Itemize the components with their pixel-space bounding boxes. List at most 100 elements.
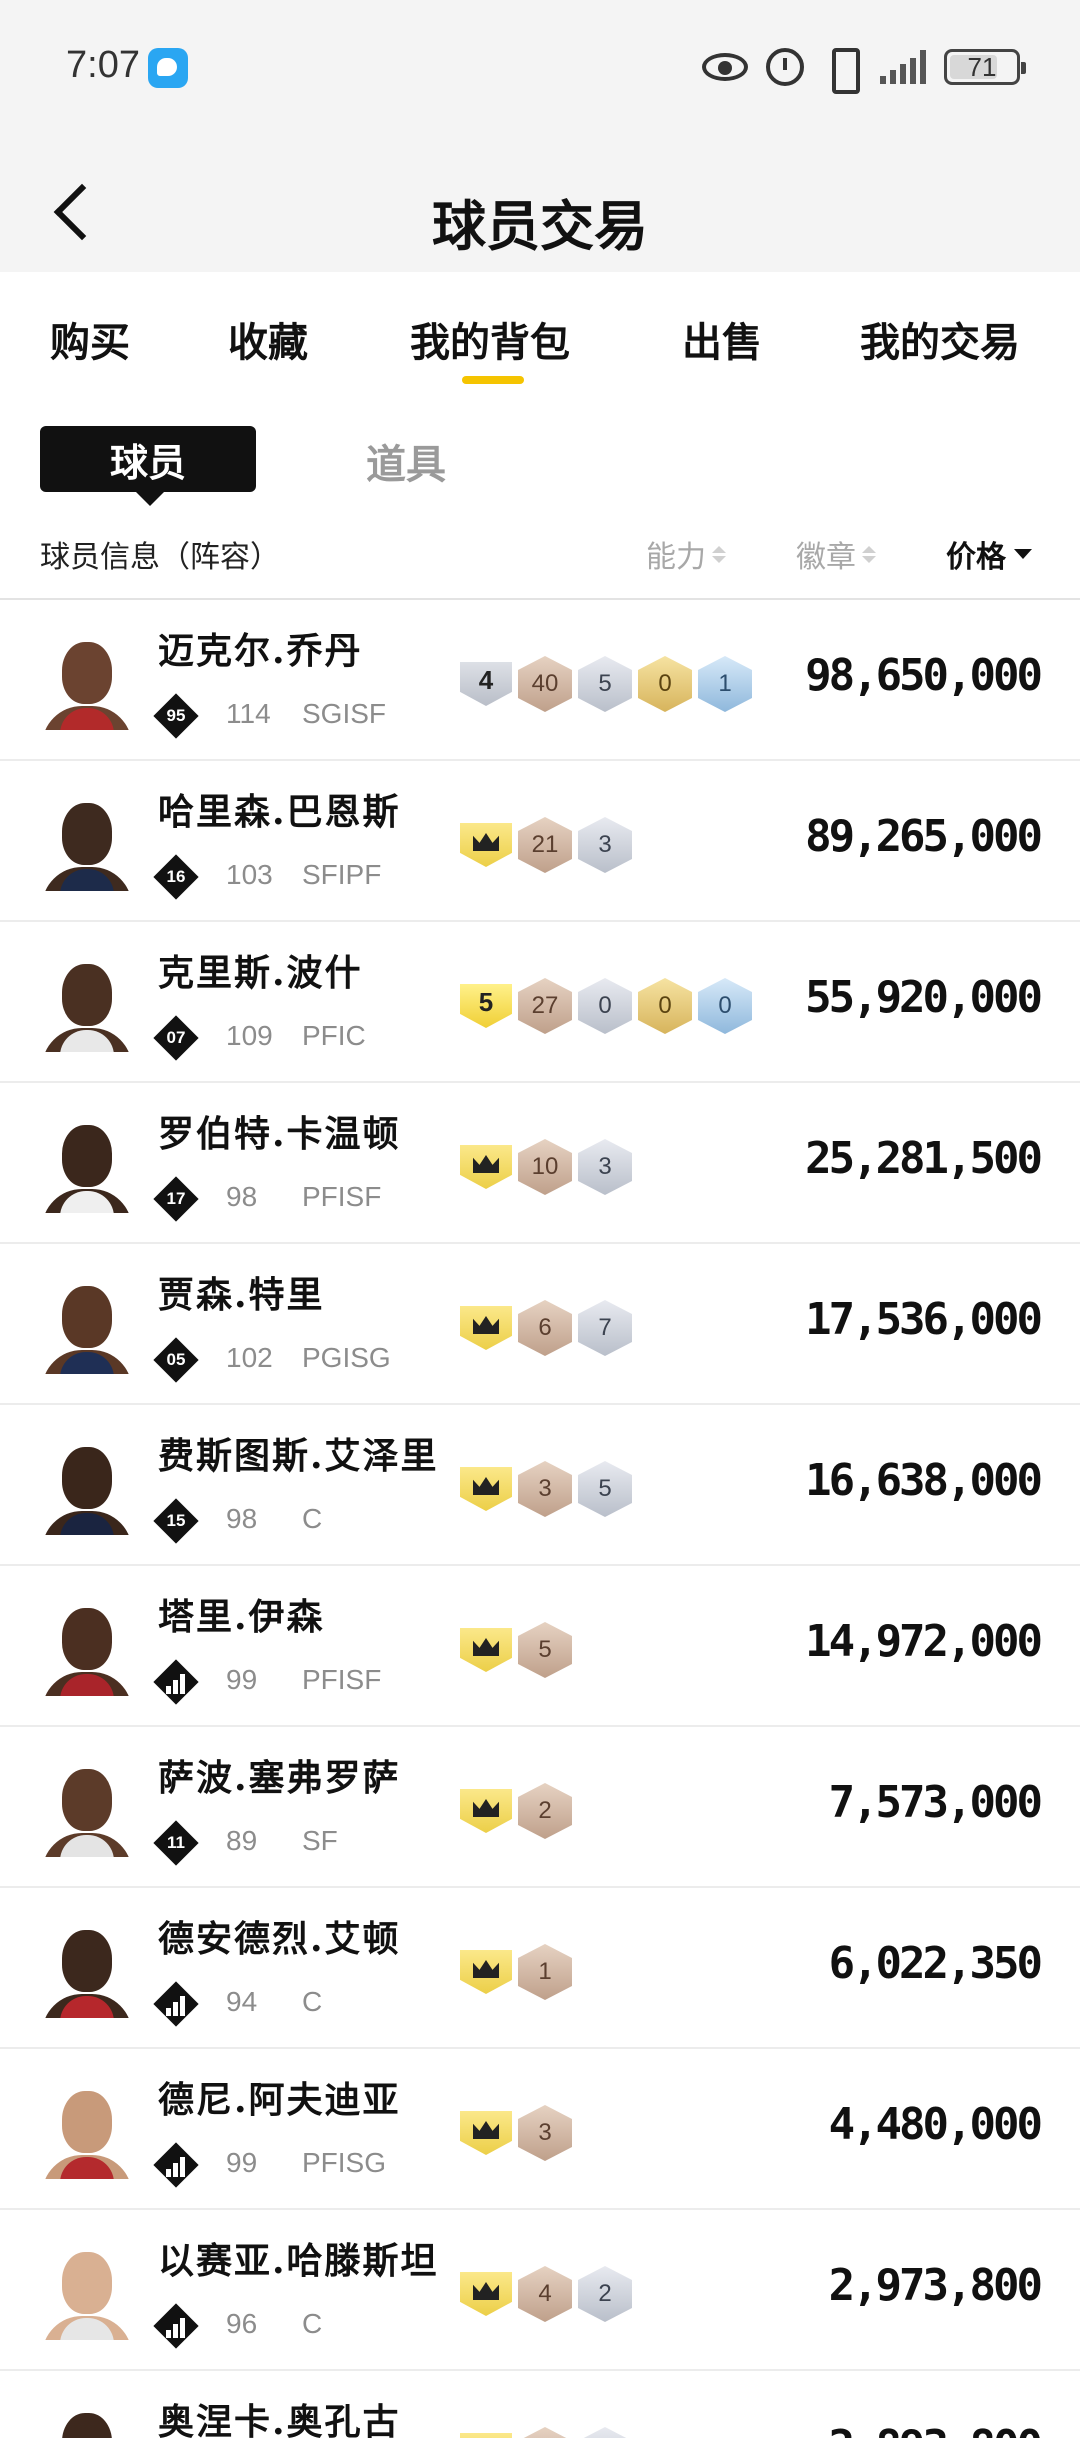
badge-group: 21 3 (460, 817, 632, 873)
status-time: 7:07 (66, 44, 140, 86)
crown-icon (460, 1145, 512, 1189)
player-avatar (40, 960, 134, 1052)
rank-number: 95 (166, 706, 186, 725)
badge-count-gold: 0 (638, 978, 692, 1034)
sort-ability-label: 能力 (646, 540, 706, 575)
rank-bars-icon (166, 2314, 186, 2338)
crown-icon (460, 2433, 512, 2438)
player-name: 德安德烈.艾顿 (158, 1918, 401, 1960)
player-overall: 99 (226, 2147, 258, 2178)
player-avatar (40, 2409, 134, 2438)
player-positions: C (302, 1503, 323, 1534)
crown-icon (460, 1628, 512, 1672)
player-row[interactable]: 德安德烈.艾顿 94 C 1 6,022,350 (0, 1888, 1080, 2049)
player-price: 17,536,000 (805, 1294, 1043, 1345)
player-overall: 89 (226, 1825, 258, 1856)
badge-group: 4 40 5 0 1 (460, 656, 752, 712)
player-positions: PFISG (302, 2147, 387, 2178)
player-name: 以赛亚.哈滕斯坦 (158, 2240, 439, 2282)
player-positions: SF (302, 1825, 338, 1856)
badge-count-silver: 0 (578, 978, 632, 1034)
player-row[interactable]: 萨波.塞弗罗萨 11 89 SF 2 7,573,000 (0, 1727, 1080, 1888)
rank-number: 17 (166, 1189, 186, 1208)
player-row[interactable]: 迈克尔.乔丹 95 114 SGISF 4 40 5 0 1 98,650,000 (0, 600, 1080, 761)
badge-count-silver: 5 (578, 1461, 632, 1517)
badge-count-bronze: 27 (518, 978, 572, 1034)
player-positions: PFISF (302, 1664, 382, 1695)
player-positions: SFIPF (302, 859, 382, 890)
subtab-bar: 球员 道具 (0, 402, 1080, 512)
badge-group: 35 (460, 1461, 632, 1517)
player-row[interactable]: 哈里森.巴恩斯 16 103 SFIPF 21 3 89,265,000 (0, 761, 1080, 922)
rank-number: 11 (167, 1833, 185, 1852)
battery-percent: 71 (967, 51, 997, 82)
sort-price-label: 价格 (946, 540, 1006, 575)
subtab-items[interactable]: 道具 (366, 432, 446, 490)
badge-count-silver: 3 (578, 1139, 632, 1195)
header: 球员交易 (0, 140, 1080, 272)
sort-badges-label: 徽章 (796, 540, 856, 575)
player-row[interactable]: 贾森.特里 05 102 PGISG 6 7 17,536,000 (0, 1244, 1080, 1405)
badge-count-bronze: 5 (518, 1622, 572, 1678)
badge-count-silver: 3 (578, 817, 632, 873)
player-avatar (40, 1443, 134, 1535)
rank-number: 15 (166, 1511, 186, 1530)
ability-level: 5 (460, 984, 512, 1028)
crown-icon (460, 1789, 512, 1833)
rank-bars-icon (166, 2153, 186, 2177)
player-row[interactable]: 克里斯.波什 07 109 PFIC 5 27 0 0 0 55,920,000 (0, 922, 1080, 1083)
signal-icon (880, 50, 926, 84)
player-positions: C (302, 1986, 323, 2017)
badge-group: 3 (460, 2105, 572, 2161)
sort-by-badges[interactable]: 徽章 (796, 532, 876, 576)
tab-my-trades[interactable]: 我的交易 (860, 310, 1020, 368)
player-positions: PFIC (302, 1020, 366, 1051)
player-row[interactable]: 以赛亚.哈滕斯坦 96 C 4 2 2,973,800 (0, 2210, 1080, 2371)
crown-icon (460, 2111, 512, 2155)
player-overall: 109 (226, 1020, 273, 1051)
player-price: 4,480,000 (828, 2099, 1043, 2150)
subtab-players[interactable]: 球员 (40, 426, 256, 506)
player-positions: PFISF (302, 1181, 382, 1212)
active-tab-indicator (462, 376, 524, 384)
player-avatar (40, 1765, 134, 1857)
badge-count-bronze: 2 (518, 1783, 572, 1839)
column-player-info: 球员信息（阵容） (40, 540, 280, 575)
badge-count-bronze: 6 (518, 1300, 572, 1356)
player-price: 6,022,350 (828, 1938, 1043, 1989)
badge-count-silver: 7 (578, 1300, 632, 1356)
tab-sell[interactable]: 出售 (682, 310, 762, 368)
player-name: 哈里森.巴恩斯 (158, 791, 401, 833)
badge-group: 10 3 (460, 1139, 632, 1195)
crown-icon (460, 1467, 512, 1511)
page-title: 球员交易 (432, 194, 648, 258)
player-row[interactable]: 塔里.伊森 99 PFISF 5 14,972,000 (0, 1566, 1080, 1727)
badge-count-silver: 2 (578, 2266, 632, 2322)
player-name: 克里斯.波什 (158, 952, 363, 994)
crown-icon (460, 1950, 512, 1994)
player-row[interactable]: 奥涅卡.奥孔古 11 2,893,800 (0, 2371, 1080, 2438)
badge-count-bronze: 4 (518, 2266, 572, 2322)
player-price: 14,972,000 (805, 1616, 1043, 1667)
player-row[interactable]: 费斯图斯.艾泽里 15 98 C 3 5 16,638,000 (0, 1405, 1080, 1566)
sort-by-price[interactable]: 价格 (946, 532, 1032, 576)
tab-favorites[interactable]: 收藏 (228, 310, 308, 368)
badge-group: 11 (460, 2427, 632, 2438)
badge-count-hof: 1 (698, 656, 752, 712)
sort-by-ability[interactable]: 能力 (646, 532, 726, 576)
tab-my-backpack[interactable]: 我的背包 (410, 310, 570, 368)
tab-buy[interactable]: 购买 (50, 310, 130, 368)
player-row[interactable]: 德尼.阿夫迪亚 99 PFISG 3 4,480,000 (0, 2049, 1080, 2210)
player-price: 2,893,800 (829, 2421, 1043, 2438)
player-overall: 99 (226, 1664, 258, 1695)
badge-count-bronze: 40 (518, 656, 572, 712)
player-row[interactable]: 罗伯特.卡温顿 17 98 PFISF 10 3 25,281,500 (0, 1083, 1080, 1244)
rank-number: 05 (166, 1350, 186, 1369)
player-avatar (40, 1926, 134, 2018)
player-avatar (40, 1121, 134, 1213)
player-name: 迈克尔.乔丹 (158, 630, 363, 672)
player-name: 罗伯特.卡温顿 (158, 1113, 401, 1155)
player-name: 费斯图斯.艾泽里 (158, 1435, 439, 1477)
ability-level: 4 (460, 662, 512, 706)
player-positions: SGISF (302, 698, 387, 729)
